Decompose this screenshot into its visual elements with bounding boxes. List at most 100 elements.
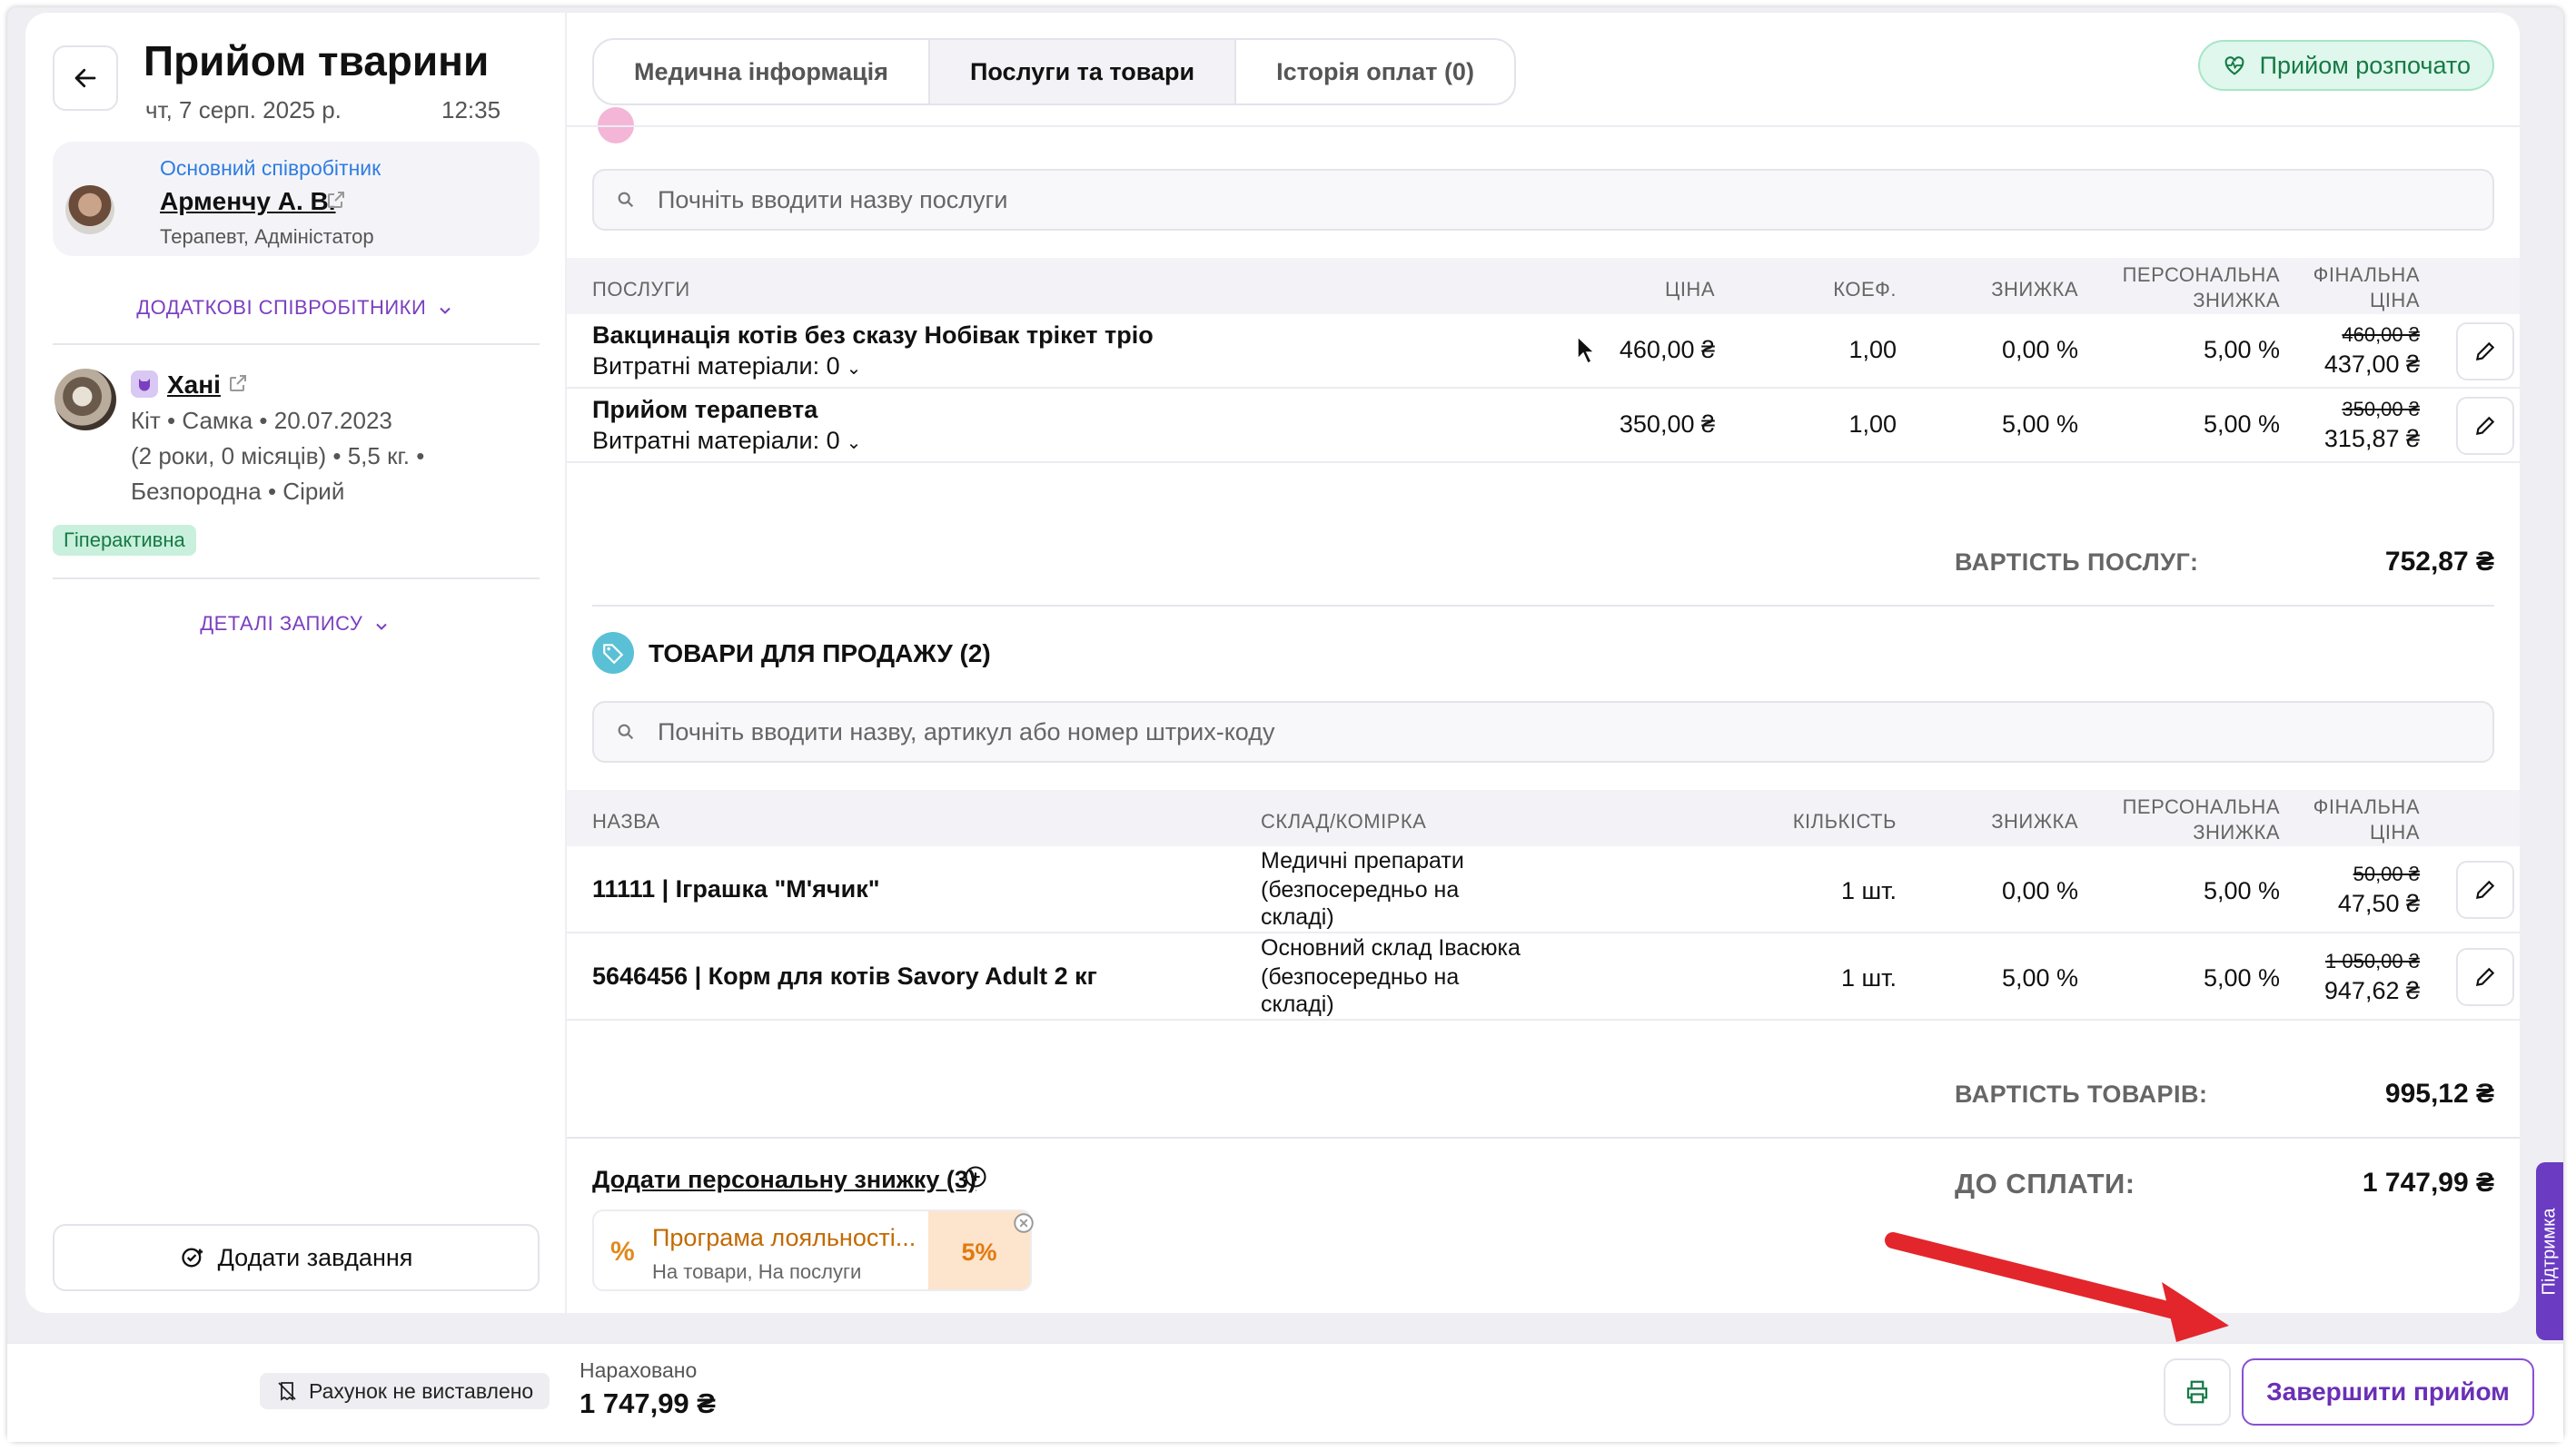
- search-icon: [618, 192, 634, 208]
- goods-storage: складі): [1261, 904, 1334, 930]
- percent-icon: %: [610, 1237, 635, 1267]
- record-details-toggle[interactable]: ДЕТАЛІ ЗАПИСУ: [25, 612, 565, 636]
- col-services: ПОСЛУГИ: [592, 278, 690, 301]
- goods-search-input[interactable]: Почніть вводити назву, артикул або номер…: [592, 701, 2494, 763]
- goods-name: 5646456 | Корм для котів Savory Adult 2 …: [592, 962, 1097, 990]
- services-table-header: ПОСЛУГИ ЦІНА КОЕФ. ЗНИЖКА ПЕРСОНАЛЬНА ЗН…: [567, 258, 2520, 314]
- extra-staff-label: ДОДАТКОВІ СПІВРОБІТНИКИ: [136, 296, 427, 319]
- add-task-button[interactable]: Додати завдання: [53, 1224, 540, 1291]
- materials-label: Витратні матеріали: 0: [592, 427, 840, 454]
- tab-payment-history[interactable]: Історія оплат (0): [1236, 40, 1514, 104]
- bottom-action-bar: Рахунок не виставлено Нараховано 1 747,9…: [7, 1342, 2563, 1442]
- accrued-value: 1 747,99 ₴: [580, 1387, 716, 1419]
- old-price: 460,00 ₴: [2342, 323, 2420, 346]
- page-title: Прийом тварини: [144, 37, 490, 84]
- services-total-label: ВАРТІСТЬ ПОСЛУГ:: [1955, 548, 2199, 576]
- col-discount: ЗНИЖКА: [1991, 278, 2078, 301]
- status-label: Прийом розпочато: [2259, 51, 2471, 79]
- support-tab[interactable]: Підтримка: [2536, 1162, 2563, 1340]
- mouse-cursor-icon: [1577, 336, 1596, 365]
- materials-toggle[interactable]: Витратні матеріали: 0 ⌄: [592, 427, 861, 455]
- goods-section-icon: [592, 632, 634, 674]
- col-qty: КІЛЬКІСТЬ: [1792, 810, 1897, 833]
- edit-button[interactable]: [2456, 861, 2514, 919]
- loyalty-scope: На товари, На послуги: [652, 1260, 862, 1283]
- services-total-value: 752,87 ₴: [2384, 547, 2494, 577]
- service-coef: 1,00: [1848, 336, 1897, 363]
- service-price: 350,00 ₴: [1619, 410, 1715, 438]
- old-price: 350,00 ₴: [2342, 398, 2420, 420]
- goods-storage: (безпосередньо на: [1261, 964, 1460, 990]
- tab-services-goods[interactable]: Послуги та товари: [929, 40, 1237, 104]
- back-button[interactable]: [53, 45, 118, 111]
- external-link-icon[interactable]: [227, 372, 249, 394]
- materials-label: Витратні матеріали: 0: [592, 352, 840, 380]
- service-name: Прийом терапевта: [592, 396, 818, 423]
- edit-button[interactable]: [2456, 322, 2514, 380]
- goods-table-header: НАЗВА СКЛАД/КОМІРКА КІЛЬКІСТЬ ЗНИЖКА ПЕР…: [567, 790, 2520, 846]
- goods-storage: (безпосередньо на: [1261, 877, 1460, 903]
- heartbeat-icon: [2224, 56, 2244, 75]
- status-badge: Прийом розпочато: [2197, 40, 2494, 91]
- divider: [567, 1137, 2520, 1139]
- pet-info-line: Кіт • Самка • 20.07.2023: [131, 407, 392, 434]
- staff-role-label: Основний співробітник: [160, 156, 381, 180]
- col-discount: ЗНИЖКА: [1991, 810, 2078, 833]
- col-coef: КОЕФ.: [1833, 278, 1897, 301]
- col-storage: СКЛАД/КОМІРКА: [1261, 810, 1427, 833]
- appointment-date: чт, 7 серп. 2025 р.: [145, 96, 342, 123]
- divider: [53, 343, 540, 345]
- loyalty-title: Програма лояльності...: [652, 1224, 916, 1251]
- printer-icon: [2186, 1380, 2208, 1404]
- plus-circle-icon[interactable]: [963, 1164, 988, 1189]
- old-price: 1 050,00 ₴: [2325, 950, 2420, 972]
- old-price: 50,00 ₴: [2353, 863, 2420, 885]
- goods-total-label: ВАРТІСТЬ ТОВАРІВ:: [1955, 1081, 2208, 1108]
- goods-discount: 0,00 %: [2001, 877, 2078, 904]
- service-search-placeholder: Почніть вводити назву послуги: [658, 185, 1008, 213]
- extra-staff-toggle[interactable]: ДОДАТКОВІ СПІВРОБІТНИКИ: [25, 296, 565, 320]
- goods-name: 11111 | Іграшка "М'ячик": [592, 875, 880, 903]
- final-price: 315,87 ₴: [2323, 425, 2420, 452]
- pet-avatar: [54, 369, 116, 430]
- add-personal-discount-link[interactable]: Додати персональну знижку (3): [592, 1166, 976, 1194]
- pet-name-link[interactable]: Хані: [167, 370, 221, 400]
- receipt-off-icon: [278, 1382, 296, 1401]
- goods-storage: Основний склад Івасюка: [1261, 935, 1521, 961]
- table-row: Вакцинація котів без сказу Нобівак тріке…: [567, 314, 2520, 389]
- pet-info-line: Безпородна • Сірий: [131, 478, 345, 505]
- col-price: ЦІНА: [1665, 278, 1715, 301]
- edit-button[interactable]: [2456, 948, 2514, 1006]
- record-details-label: ДЕТАЛІ ЗАПИСУ: [200, 612, 363, 635]
- goods-qty: 1 шт.: [1840, 877, 1897, 904]
- close-circle-icon[interactable]: [1012, 1211, 1035, 1235]
- arrow-left-icon: [74, 68, 96, 88]
- finish-appointment-button[interactable]: Завершити прийом: [2242, 1358, 2534, 1426]
- external-link-icon[interactable]: [325, 189, 347, 211]
- table-row: 11111 | Іграшка "М'ячик" Медичні препара…: [567, 846, 2520, 933]
- col-personal-discount: ПЕРСОНАЛЬНА: [2122, 263, 2280, 286]
- col-final-price: ФІНАЛЬНА: [2313, 795, 2420, 818]
- service-search-input[interactable]: Почніть вводити назву послуги: [592, 169, 2494, 231]
- chevron-down-icon: [440, 307, 451, 314]
- final-price: 437,00 ₴: [2323, 350, 2420, 378]
- invoice-status-badge: Рахунок не виставлено: [260, 1373, 550, 1409]
- materials-toggle[interactable]: Витратні матеріали: 0 ⌄: [592, 352, 861, 380]
- accrued-label: Нараховано: [580, 1358, 698, 1382]
- divider: [53, 577, 540, 579]
- pet-tag: Гіперактивна: [53, 525, 196, 556]
- goods-qty: 1 шт.: [1840, 964, 1897, 992]
- edit-button[interactable]: [2456, 397, 2514, 455]
- final-price: 47,50 ₴: [2337, 890, 2420, 917]
- main-staff-card: Основний співробітник Арменчу А. В. Тера…: [53, 142, 540, 256]
- staff-position: Терапевт, Адміністатор: [160, 225, 374, 248]
- staff-name-link[interactable]: Арменчу А. В.: [160, 187, 336, 216]
- print-button[interactable]: [2164, 1358, 2231, 1426]
- col-personal-discount: ЗНИЖКА: [2193, 821, 2280, 844]
- col-final-price: ЦІНА: [2370, 821, 2420, 844]
- col-name: НАЗВА: [592, 810, 660, 833]
- tab-medical-info[interactable]: Медична інформація: [594, 40, 930, 104]
- chevron-down-icon: [376, 623, 387, 630]
- loyalty-discount-card: % Програма лояльності... На товари, На п…: [592, 1209, 1032, 1291]
- table-row: 5646456 | Корм для котів Savory Adult 2 …: [567, 933, 2520, 1021]
